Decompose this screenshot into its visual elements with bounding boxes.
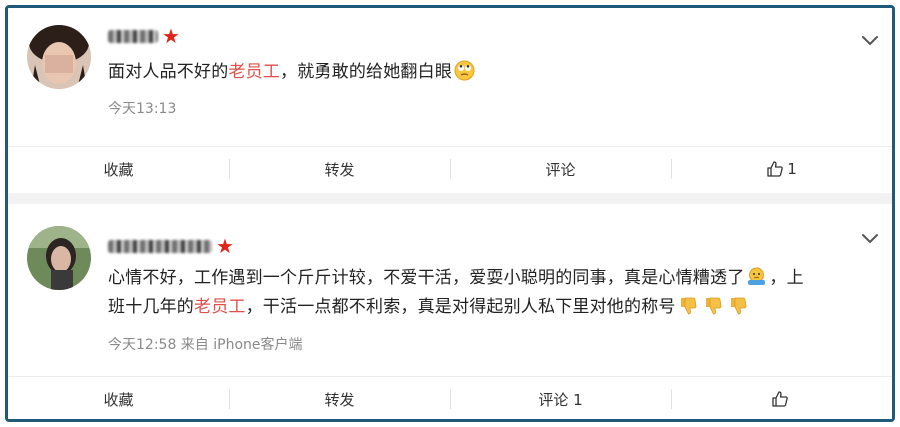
comment-button[interactable]: 评论 bbox=[450, 147, 671, 191]
text-segment: 心情不好，工作遇到一个斤斤计较，不爱干活，爱耍小聪明的同事，真是心情糟透了 bbox=[108, 268, 745, 288]
repost-label: 转发 bbox=[324, 160, 355, 179]
comment-line: 心情不好，工作遇到一个斤斤计较，不爱干活，爱耍小聪明的同事，真是心情糟透了 ，上 bbox=[108, 264, 852, 293]
star-icon: ★ bbox=[216, 234, 234, 258]
thumbs-down-emoji bbox=[730, 297, 747, 315]
like-button[interactable] bbox=[671, 377, 892, 419]
thumbs-down-emoji bbox=[705, 297, 722, 315]
thumbs-up-icon bbox=[772, 391, 788, 407]
collect-button[interactable]: 收藏 bbox=[8, 147, 229, 191]
comment-line: 班十几年的老员工，干活一点都不利索，真是对得起别人私下里对他的称号 bbox=[108, 293, 852, 322]
post-time: 今天13:13 bbox=[108, 101, 177, 117]
action-bar: 收藏 转发 评论 1 bbox=[8, 146, 892, 191]
chevron-down-icon[interactable] bbox=[860, 228, 880, 248]
chevron-down-icon[interactable] bbox=[860, 30, 880, 50]
eye-roll-emoji bbox=[454, 60, 475, 81]
comment-card: ★ 心情不好，工作遇到一个斤斤计较，不爱干活，爱耍小聪明的同事，真是心情糟透了 … bbox=[8, 204, 892, 419]
text-segment: 班十几年的 bbox=[108, 297, 194, 317]
collect-label: 收藏 bbox=[103, 390, 134, 409]
username-row[interactable]: ★ bbox=[108, 236, 234, 256]
text-segment: ，干活一点都不利索，真是对得起别人私下里对他的称号 bbox=[245, 297, 676, 317]
thumbs-up-icon bbox=[767, 161, 783, 177]
action-bar: 收藏 转发 评论 1 bbox=[8, 376, 892, 419]
text-segment: ，就勇敢的给她翻白眼 bbox=[280, 62, 453, 82]
highlight-link[interactable]: 老员工 bbox=[228, 62, 280, 82]
username-row[interactable]: ★ bbox=[108, 26, 180, 46]
comment-card: ★ 面对人品不好的老员工，就勇敢的给她翻白眼 今天13:13 收藏 转发 评论 … bbox=[8, 8, 892, 193]
comment-button[interactable]: 评论 1 bbox=[450, 377, 671, 419]
post-time: 今天12:58 来自 iPhone客户端 bbox=[108, 337, 303, 353]
avatar[interactable] bbox=[27, 226, 91, 290]
highlight-link[interactable]: 老员工 bbox=[194, 297, 246, 317]
repost-button[interactable]: 转发 bbox=[229, 377, 450, 419]
thumbs-down-emoji bbox=[680, 297, 697, 315]
text-segment: 面对人品不好的 bbox=[108, 62, 229, 82]
like-count: 1 bbox=[787, 160, 797, 178]
comment-label: 评论 bbox=[545, 160, 576, 179]
blurred-username[interactable] bbox=[108, 239, 212, 253]
blurred-username[interactable] bbox=[108, 29, 158, 43]
collect-label: 收藏 bbox=[103, 160, 134, 179]
screenshot-frame: ★ 面对人品不好的老员工，就勇敢的给她翻白眼 今天13:13 收藏 转发 评论 … bbox=[5, 5, 895, 422]
comment-text: 面对人品不好的老员工，就勇敢的给她翻白眼 bbox=[108, 58, 852, 87]
avatar[interactable] bbox=[27, 25, 91, 89]
comment-text: 心情不好，工作遇到一个斤斤计较，不爱干活，爱耍小聪明的同事，真是心情糟透了 ，上… bbox=[108, 264, 852, 322]
collect-button[interactable]: 收藏 bbox=[8, 377, 229, 419]
like-button[interactable]: 1 bbox=[671, 147, 892, 191]
worried-emoji bbox=[748, 267, 766, 285]
text-segment: ，上 bbox=[769, 268, 804, 288]
repost-label: 转发 bbox=[324, 390, 355, 409]
repost-button[interactable]: 转发 bbox=[229, 147, 450, 191]
comment-label: 评论 1 bbox=[538, 390, 583, 409]
star-icon: ★ bbox=[162, 24, 180, 48]
